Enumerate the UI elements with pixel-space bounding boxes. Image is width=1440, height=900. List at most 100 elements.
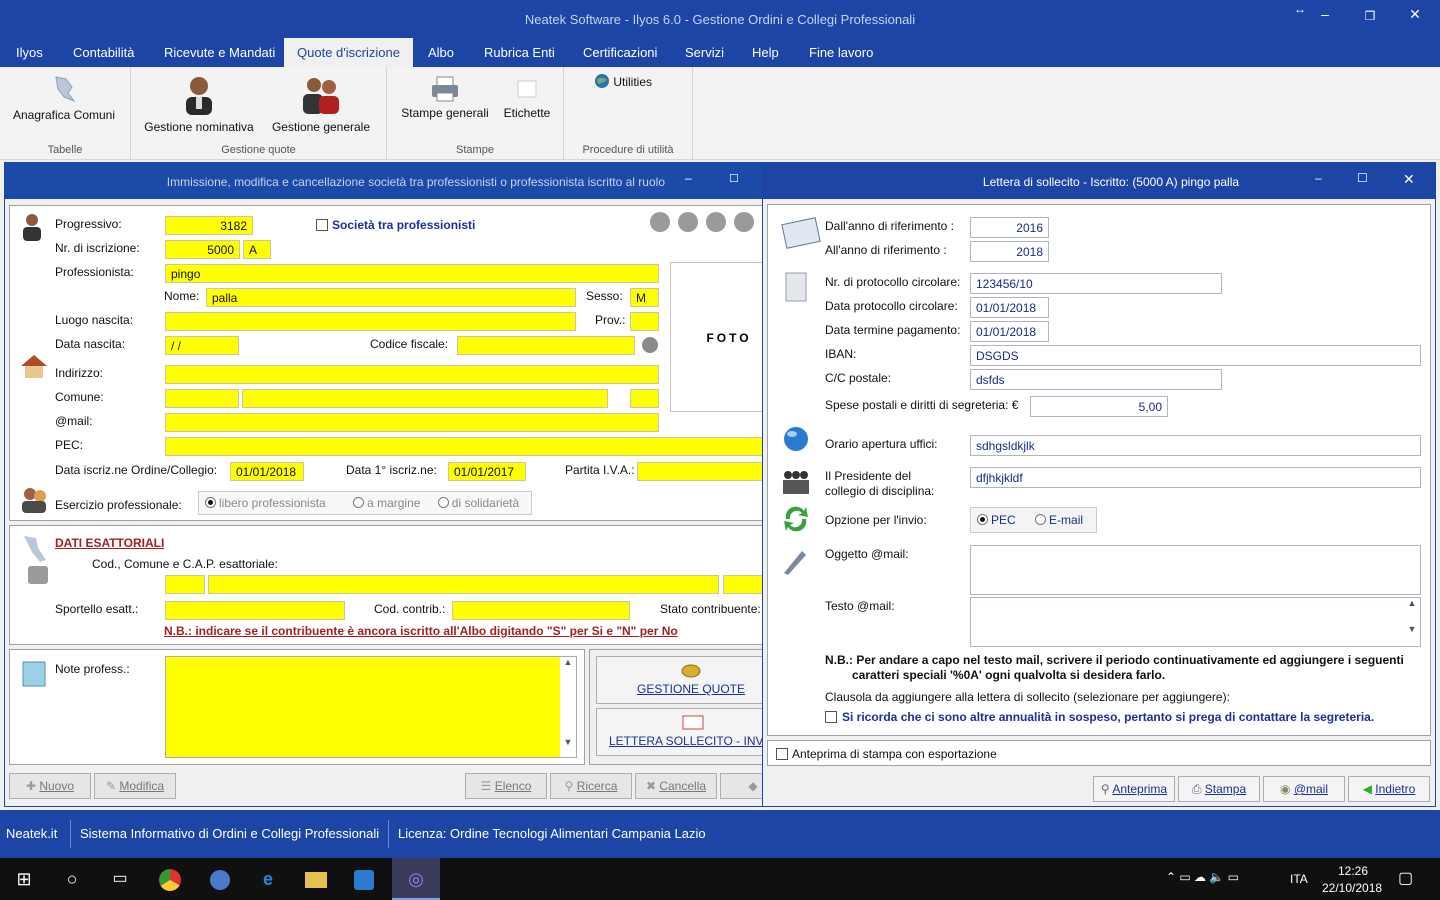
menu-rubrica[interactable]: Rubrica Enti [480,38,559,67]
termine-pagamento-label: Data termine pagamento: [825,323,961,337]
windows-start-icon[interactable]: ⊞ [0,858,48,900]
teamviewer-icon[interactable] [340,858,388,900]
menu-contabilita[interactable]: Contabilità [69,38,138,67]
anagrafica-minimize-button[interactable]: – [685,171,692,185]
menu-quote[interactable]: Quote d'iscrizione [284,38,413,67]
menu-certificazioni[interactable]: Certificazioni [579,38,661,67]
etichette-button[interactable]: Etichette [497,75,557,120]
gestione-nominativa-button[interactable]: Gestione nominativa [139,73,259,134]
sollecito-maximize-button[interactable]: ☐ [1357,171,1368,185]
professionista-field[interactable]: pingo [165,264,659,283]
comune-field[interactable] [242,389,608,408]
nr-suffix-field[interactable]: A [243,240,271,259]
data-protocollo-field[interactable]: 01/01/2018 [970,297,1049,318]
last-record-icon[interactable] [734,212,754,232]
restore-button[interactable]: ❐ [1355,9,1385,23]
comune-prov-field[interactable] [630,389,659,408]
testo-scrollbar[interactable]: ▲ ▼ [1404,598,1420,646]
indirizzo-field[interactable] [165,365,659,384]
progressivo-field[interactable]: 3182 [165,216,253,235]
mail-field[interactable] [165,413,659,432]
menu-ilyos[interactable]: Ilyos [12,38,47,67]
utilities-button[interactable]: Utilities [594,73,674,89]
luogo-nascita-field[interactable] [165,312,576,331]
folder-icon[interactable] [292,858,340,900]
app-icon[interactable] [196,858,244,900]
ilyos-taskbar-icon[interactable]: ◎ [392,858,440,900]
clausola-checkbox[interactable] [825,711,837,723]
sesso-field[interactable]: M [630,288,659,307]
data-iscrizione-field[interactable]: 01/01/2018 [230,462,304,481]
prov-field[interactable] [630,312,659,331]
clock-time[interactable]: 12:26 [1338,864,1368,878]
modifica-button[interactable]: ✎ Modifica [94,773,176,799]
sollecito-minimize-button[interactable]: – [1315,171,1322,185]
menu-help[interactable]: Help [748,38,783,67]
chrome-icon[interactable] [146,858,194,900]
minimize-button[interactable]: – [1310,6,1340,22]
nr-iscrizione-field[interactable]: 5000 [165,240,240,259]
task-view-icon[interactable]: ▭ [96,858,144,900]
ricerca-button[interactable]: ⚲ Ricerca [550,773,632,799]
pec-field[interactable] [165,437,789,456]
iban-field[interactable]: DSGDS [970,345,1421,366]
cap-field[interactable] [165,389,239,408]
anagrafica-comuni-button[interactable]: Anagrafica Comuni [6,73,122,122]
edge-icon[interactable]: e [244,858,292,900]
lettera-sollecito-button[interactable]: LETTERA SOLLECITO - INVIO P [596,708,786,756]
cc-postale-field[interactable]: dsfds [970,369,1222,390]
radio-margine[interactable]: a margine [353,496,420,510]
elenco-button[interactable]: ☰ Elenco [465,773,547,799]
codice-fiscale-field[interactable] [457,336,635,355]
next-record-icon[interactable] [706,212,726,232]
indietro-button[interactable]: ◀ Indietro [1348,776,1430,802]
close-button[interactable]: ✕ [1400,6,1430,23]
cancella-button[interactable]: ✖ Cancella [635,773,717,799]
tray-icons[interactable]: ⌃ ▭ ☁ 🔈 ▭ [1166,870,1239,884]
menu-ricevute[interactable]: Ricevute e Mandati [160,38,279,67]
menu-servizi[interactable]: Servizi [681,38,728,67]
spese-field[interactable]: 5,00 [1030,396,1168,417]
menu-albo[interactable]: Albo [424,38,458,67]
note-textarea[interactable]: ▲ ▼ [165,656,577,758]
nome-field[interactable]: palla [206,288,576,307]
termine-pagamento-field[interactable]: 01/01/2018 [970,321,1049,342]
dal-anno-field[interactable]: 2016 [970,217,1049,238]
protocollo-field[interactable]: 123456/10 [970,273,1222,294]
radio-libero[interactable]: libero professionista [205,496,326,510]
data-nascita-field[interactable]: / / [165,336,239,355]
nuovo-button[interactable]: ✚ Nuovo [9,773,91,799]
first-record-icon[interactable] [650,212,670,232]
radio-solidarieta[interactable]: di solidarietà [437,496,519,510]
gestione-generale-button[interactable]: Gestione generale [265,73,377,134]
testo-field[interactable]: ▲ ▼ [970,597,1421,647]
societa-checkbox[interactable] [316,219,328,231]
sportello-field[interactable] [165,601,345,620]
prev-record-icon[interactable] [678,212,698,232]
comune-esattoriale-field[interactable] [208,575,719,594]
orario-field[interactable]: sdhgsldkjlk [970,435,1421,456]
radio-pec[interactable]: PEC [977,513,1016,527]
mail-button[interactable]: ◉ @mail [1263,776,1345,802]
anteprima-checkbox[interactable] [776,748,788,760]
clock-date[interactable]: 22/10/2018 [1322,881,1382,895]
cod-contrib-field[interactable] [452,601,630,620]
search-icon[interactable]: ○ [48,858,96,900]
al-anno-field[interactable]: 2018 [970,241,1049,262]
cod-esattoriale-field[interactable] [165,575,205,594]
note-scrollbar[interactable]: ▲ ▼ [560,657,576,757]
menu-fine-lavoro[interactable]: Fine lavoro [805,38,877,67]
sollecito-close-button[interactable]: ✕ [1403,171,1415,188]
notification-icon[interactable]: ▢ [1398,868,1413,888]
calc-cf-icon[interactable] [642,337,658,353]
presidente-field[interactable]: dfjhkjkldf [970,467,1421,488]
language-indicator[interactable]: ITA [1290,872,1308,886]
data-prima-iscrizione-field[interactable]: 01/01/2017 [448,462,526,481]
radio-email[interactable]: E-mail [1035,513,1083,527]
stampa-button[interactable]: ⎙ Stampa [1178,776,1260,802]
stampe-generali-button[interactable]: Stampe generali [393,75,497,120]
anagrafica-maximize-button[interactable]: ☐ [729,172,739,185]
gestione-quote-button[interactable]: GESTIONE QUOTE [596,656,786,704]
oggetto-field[interactable] [970,545,1421,595]
anteprima-button[interactable]: ⚲ Anteprima [1093,776,1175,802]
